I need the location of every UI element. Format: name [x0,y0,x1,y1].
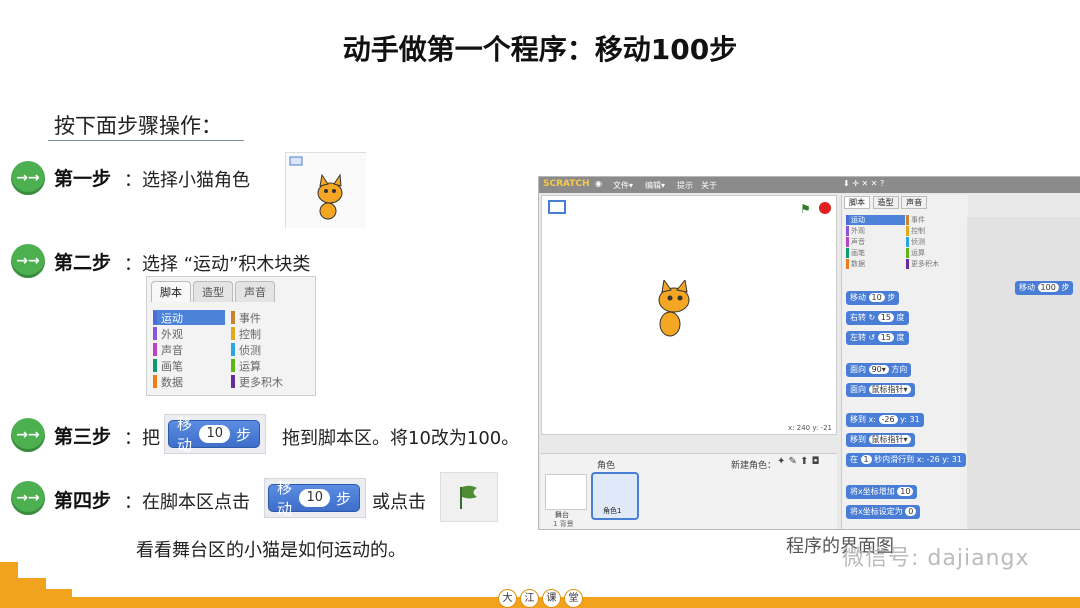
scratch-category-item[interactable]: 侦测 [906,237,925,247]
step-1-text: ：选择小猫角色 [124,170,250,191]
tab-costumes[interactable]: 造型 [872,196,899,209]
scratch-category-item[interactable]: 画笔 [846,248,905,258]
scratch-logo: SCRATCH [543,179,590,189]
tab-sounds[interactable]: 声音 [235,281,275,302]
menu-edit[interactable]: 编辑▾ [645,180,665,191]
tab-scripts[interactable]: 脚本 [151,281,191,302]
scratch-block[interactable]: 将x坐标增加 10 [846,485,918,499]
footer-bar [0,597,1080,608]
move-block[interactable]: 移动 10 步 [268,479,360,518]
scripts-area[interactable]: 移动 100 步 [967,217,1080,529]
step-4-label: 第四步 [54,490,112,512]
category-motion[interactable]: 运动 [153,310,225,325]
green-flag-icon [460,485,477,509]
step-4-text-before: ：在脚本区点击 [124,492,250,513]
scratch-block[interactable]: 移动 10 步 [846,291,900,305]
scratch-block[interactable]: 右转 ↻ 15 度 [846,311,909,325]
scratch-menubar: SCRATCH ◉ 文件▾ 编辑▾ 提示 关于 ⬇ ✛ ✕ ✕ ? [539,177,1080,193]
sprite-name: 角色1 [603,507,622,515]
category-data[interactable]: 数据 [153,374,183,389]
scratch-palette: 脚本 造型 声音 运动 外观 声音 画笔 数据 事件 控制 侦测 运算 更多积木 移动 10 步右… [841,195,968,529]
new-sprite-label: 新建角色： [731,461,777,471]
green-flag-icon[interactable]: ⚑ [800,202,811,216]
sprite-tile[interactable]: 角色1 [591,472,639,520]
new-sprite-icons[interactable]: ✦ ✎ ⬆ ◘ [777,456,820,467]
fullscreen-icon[interactable] [548,200,566,214]
category-events[interactable]: 事件 [231,310,261,325]
scratch-category-item[interactable]: 控制 [906,226,925,236]
palette-snippet: 脚本 造型 声音 运动 外观 声音 画笔 数据 事件 控制 侦测 运算 更多积木 [146,276,316,396]
cat-sprite[interactable] [642,280,702,344]
category-control[interactable]: 控制 [231,326,261,341]
step-arrow-icon: →→ [11,418,45,452]
script-move-block[interactable]: 移动 100 步 [1015,281,1074,295]
globe-icon[interactable]: ◉ [595,179,602,188]
scratch-editor-screenshot: SCRATCH ◉ 文件▾ 编辑▾ 提示 关于 ⬇ ✛ ✕ ✕ ? ⚑ x: 2… [538,176,1080,530]
scratch-block[interactable]: 面向 鼠标指针▾ [846,383,915,397]
step-2-text: ：选择 “运动”积木块类 [124,254,311,275]
scratch-category-item[interactable]: 运动 [846,215,905,225]
scratch-category-item[interactable]: 事件 [906,215,925,225]
green-flag-button[interactable] [440,472,498,522]
menu-file[interactable]: 文件▾ [613,180,633,191]
intro-text: 按下面步骤操作： [54,114,222,138]
tab-sounds[interactable]: 声音 [901,196,928,209]
watermark: 微信号: dajiangx [842,546,1030,571]
step-arrow-icon: →→ [11,481,45,515]
step-3-text-before: ：把 [124,428,160,449]
step-3-text-after: 拖到脚本区。将10改为100。 [282,428,520,449]
step-arrow-icon: →→ [11,161,45,195]
cat-sprite-icon [289,156,343,220]
scratch-block[interactable]: 在 1 秒内滑行到 x: -26 y: 31 [846,453,966,467]
scratch-stage[interactable]: ⚑ x: 240 y: -21 [541,195,837,435]
menu-about[interactable]: 关于 [701,180,717,191]
category-looks[interactable]: 外观 [153,326,183,341]
scratch-block[interactable]: 面向 90▾ 方向 [846,363,912,377]
stage-thumbnail[interactable] [545,474,587,510]
intro-underline [48,140,244,141]
step-2-label: 第二步 [54,252,112,274]
brand-char: 堂 [564,589,583,608]
toolbar-icons[interactable]: ⬇ ✛ ✕ ✕ ? [843,179,884,188]
tab-costumes[interactable]: 造型 [193,281,233,302]
scratch-category-item[interactable]: 更多积木 [906,259,939,269]
sprites-pane: 角色 新建角色： ✦ ✎ ⬆ ◘ 舞台 1 背景 角色1 [541,453,837,529]
sprite-thumbnail [285,152,366,228]
category-sensing[interactable]: 侦测 [231,342,261,357]
scratch-category-item[interactable]: 运算 [906,248,925,258]
scratch-block[interactable]: 移到 鼠标指针▾ [846,433,915,447]
page-title: 动手做第一个程序：移动100步 [342,33,738,66]
category-operators[interactable]: 运算 [231,358,261,373]
scratch-block[interactable]: 左转 ↺ 15 度 [846,331,909,345]
brand-char: 课 [542,589,561,608]
brand-char: 江 [520,589,539,608]
scratch-block[interactable]: 移到 x: -26 y: 31 [846,413,924,427]
scratch-block[interactable]: 将x坐标设定为 0 [846,505,921,519]
stage-backdrop-count: 1 背景 [553,520,574,528]
scratch-category-item[interactable]: 外观 [846,226,905,236]
coords-readout: x: 240 y: -21 [788,424,832,432]
sprites-label: 角色 [597,461,616,471]
step-4-text-after: 或点击 [372,492,426,513]
category-pen[interactable]: 画笔 [153,358,183,373]
menu-tips[interactable]: 提示 [677,180,693,191]
move-block[interactable]: 移动 10 步 [168,415,260,454]
step-3-label: 第三步 [54,426,112,448]
category-more-blocks[interactable]: 更多积木 [231,374,283,389]
scratch-category-item[interactable]: 数据 [846,259,905,269]
scratch-tabs: 脚本 造型 声音 [844,196,928,209]
scratch-category-item[interactable]: 声音 [846,237,905,247]
step-arrow-icon: →→ [11,244,45,278]
tab-scripts[interactable]: 脚本 [844,196,870,209]
category-sound[interactable]: 声音 [153,342,183,357]
stop-icon[interactable] [819,202,831,214]
brand-char: 大 [498,589,517,608]
step-1-label: 第一步 [54,168,112,190]
step-4-line-2: 看看舞台区的小猫是如何运动的。 [136,540,406,561]
